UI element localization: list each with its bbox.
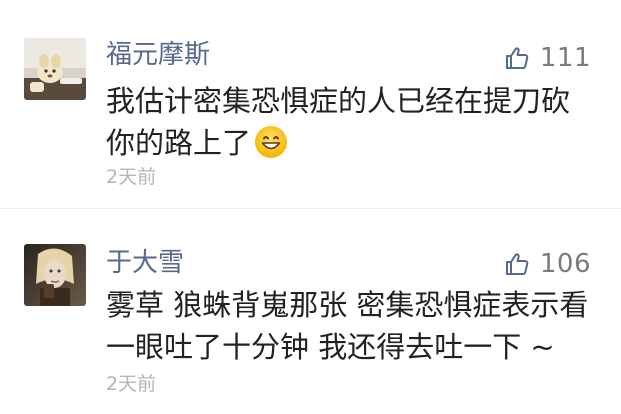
comment-list: 福元摩斯 111 我估计密集恐惧症的人已经在提刀砍你的路上了 2天前 于大雪 1… (0, 0, 621, 414)
timestamp: 2天前 (106, 373, 157, 395)
avatar[interactable] (24, 38, 86, 100)
author-name[interactable]: 福元摩斯 (106, 38, 210, 72)
comment-text: 雾草 狼蛛背嵬那张 密集恐惧症表示看一眼吐了十分钟 我还得去吐一下 ~ (106, 288, 589, 364)
like-count: 111 (539, 43, 591, 73)
comment-text: 我估计密集恐惧症的人已经在提刀砍你的路上了 (106, 80, 590, 164)
grinning-face-emoji (255, 126, 288, 158)
avatar[interactable] (24, 244, 86, 306)
comment-item: 福元摩斯 111 我估计密集恐惧症的人已经在提刀砍你的路上了 2天前 (0, 28, 621, 198)
like-count: 106 (539, 249, 591, 279)
like-button[interactable]: 106 (504, 248, 591, 280)
comment-item: 于大雪 106 雾草 狼蛛背嵬那张 密集恐惧症表示看一眼吐了十分钟 我还得去吐一… (0, 232, 621, 414)
thumbs-up-icon (505, 47, 529, 69)
thumbs-up-icon (505, 253, 529, 275)
like-button[interactable]: 111 (504, 42, 591, 74)
comment-text-content: 我估计密集恐惧症的人已经在提刀砍你的路上了 (106, 84, 571, 160)
timestamp: 2天前 (106, 166, 157, 188)
author-name[interactable]: 于大雪 (106, 246, 184, 280)
divider (0, 208, 621, 209)
